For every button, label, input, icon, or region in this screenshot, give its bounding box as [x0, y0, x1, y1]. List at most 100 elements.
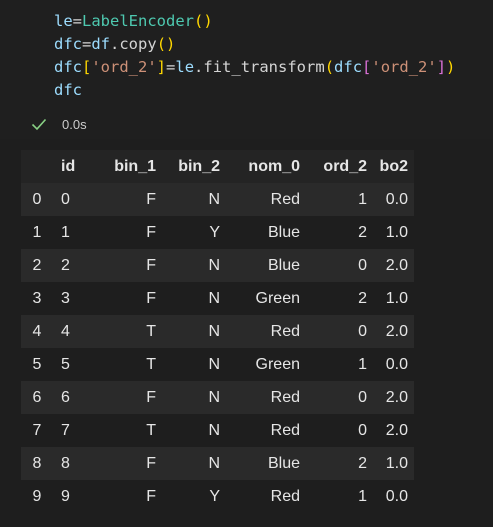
- code-token: [: [362, 58, 372, 76]
- dataframe-table: id bin_1 bin_2 nom_0 ord_2 bo2 0 0 F N Red 1 0…: [21, 150, 414, 513]
- table-cell: 2: [358, 289, 367, 307]
- code-token: .fit_transform: [194, 58, 325, 76]
- table-cell: Red: [270, 388, 300, 406]
- table-cell: 4: [61, 322, 70, 340]
- table-row: 5 5 T N Green 1 0.0: [21, 348, 414, 381]
- code-token: LabelEncoder: [82, 12, 194, 30]
- table-cell: 3: [61, 289, 70, 307]
- table-cell: 2: [61, 256, 70, 274]
- table-cell: N: [208, 256, 220, 274]
- code-token: df: [91, 35, 111, 53]
- code-token: ]: [436, 58, 447, 76]
- table-cell: Green: [255, 355, 300, 373]
- table-cell: 1: [61, 223, 70, 241]
- table-cell: 0: [358, 322, 367, 340]
- code-token: .copy: [110, 35, 157, 53]
- table-row: 7 7 T N Red 0 2.0: [21, 414, 414, 447]
- table-cell: Blue: [267, 256, 300, 274]
- code-cell[interactable]: le=LabelEncoder() dfc=df.copy() dfc['ord_2…: [0, 0, 493, 140]
- table-cell: Y: [209, 223, 220, 241]
- table-cell: F: [146, 454, 156, 472]
- table-row: 8 8 F N Blue 2 1.0: [21, 447, 414, 480]
- table-row: 1 1 F Y Blue 2 1.0: [21, 216, 414, 249]
- code-token: (: [324, 58, 335, 76]
- check-icon: [30, 115, 48, 133]
- table-cell: Blue: [267, 454, 300, 472]
- table-cell: F: [146, 256, 156, 274]
- row-index: 5: [32, 355, 42, 373]
- table-cell: Red: [270, 487, 300, 505]
- row-index: 4: [32, 322, 42, 340]
- code-line: dfc['ord_2']=le.fit_transform(dfc['ord_2…: [54, 56, 455, 79]
- row-index: 6: [32, 388, 42, 406]
- table-cell: F: [146, 487, 156, 505]
- table-cell: 0: [61, 190, 70, 208]
- table-row: 2 2 F N Blue 0 2.0: [21, 249, 414, 282]
- table-cell: N: [208, 355, 220, 373]
- row-index: 9: [32, 487, 42, 505]
- table-cell: T: [146, 355, 156, 373]
- table-cell: F: [146, 388, 156, 406]
- table-header-row: id bin_1 bin_2 nom_0 ord_2 bo2: [21, 150, 414, 183]
- table-cell: 1: [358, 355, 367, 373]
- table-cell: 2.0: [385, 421, 408, 439]
- code-token: [: [82, 58, 92, 76]
- code-token: ): [446, 58, 456, 76]
- table-cell: 2: [358, 223, 367, 241]
- column-header: bo2: [379, 157, 408, 175]
- table-cell: 1: [358, 190, 367, 208]
- row-index: 1: [32, 223, 42, 241]
- code-token: =: [166, 58, 176, 76]
- code-editor[interactable]: le=LabelEncoder() dfc=df.copy() dfc['ord_2…: [54, 10, 455, 102]
- row-index: 2: [32, 256, 42, 274]
- code-token: 'ord_2': [371, 58, 437, 76]
- column-header: bin_1: [114, 157, 156, 175]
- code-token: le: [175, 58, 195, 76]
- table-cell: Y: [209, 487, 220, 505]
- table-cell: F: [146, 190, 156, 208]
- table-row: 3 3 F N Green 2 1.0: [21, 282, 414, 315]
- column-header: [21, 150, 53, 183]
- table-cell: 0: [358, 388, 367, 406]
- code-line: le=LabelEncoder(): [54, 10, 455, 33]
- table-cell: N: [208, 454, 220, 472]
- table-row: 9 9 F Y Red 1 0.0: [21, 480, 414, 513]
- table-row: 4 4 T N Red 0 2.0: [21, 315, 414, 348]
- table-cell: N: [208, 190, 220, 208]
- table-cell: 2.0: [385, 322, 408, 340]
- execution-time: 0.0s: [62, 116, 87, 132]
- row-index: 8: [32, 454, 42, 472]
- table-cell: 2.0: [385, 388, 408, 406]
- table-cell: 0: [358, 421, 367, 439]
- table-cell: 1: [358, 487, 367, 505]
- table-cell: 7: [61, 421, 70, 439]
- execution-status: 0.0s: [30, 113, 87, 135]
- column-header: bin_2: [178, 157, 220, 175]
- code-token: =: [82, 35, 92, 53]
- table-cell: 6: [61, 388, 70, 406]
- code-token: le: [54, 12, 73, 30]
- table-cell: Red: [270, 190, 300, 208]
- table-cell: 2.0: [385, 256, 408, 274]
- table-cell: T: [146, 322, 156, 340]
- table-row: 0 0 F N Red 1 0.0: [21, 183, 414, 216]
- code-token: dfc: [54, 81, 82, 99]
- table-cell: 8: [61, 454, 70, 472]
- row-index: 0: [32, 190, 42, 208]
- code-token: 'ord_2': [91, 58, 157, 76]
- code-token: (): [156, 35, 176, 53]
- column-header: nom_0: [248, 157, 300, 175]
- table-row: 6 6 F N Red 0 2.0: [21, 381, 414, 414]
- table-cell: Green: [255, 289, 300, 307]
- column-header: id: [61, 157, 76, 175]
- table-cell: N: [208, 421, 220, 439]
- table-cell: Red: [270, 421, 300, 439]
- table-cell: T: [146, 421, 156, 439]
- table-cell: 0.0: [385, 487, 408, 505]
- code-token: ]: [156, 58, 167, 76]
- table-cell: Blue: [267, 223, 300, 241]
- table-cell: 9: [61, 487, 70, 505]
- table-cell: N: [208, 388, 220, 406]
- cell-output: id bin_1 bin_2 nom_0 ord_2 bo2 0 0 F N Red 1 0…: [0, 139, 493, 527]
- table-cell: 1.0: [385, 454, 408, 472]
